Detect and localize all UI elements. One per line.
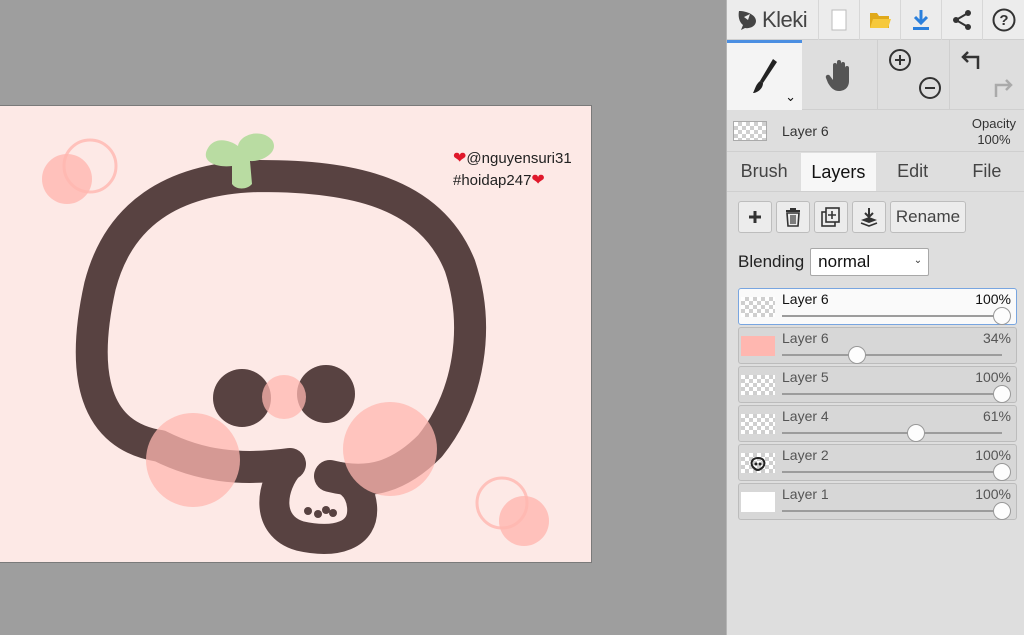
layer-name: Layer 6 xyxy=(782,330,829,346)
layer-item[interactable]: Layer 4 61% xyxy=(738,405,1017,442)
layer-thumbnail xyxy=(741,336,775,356)
share-button[interactable] xyxy=(942,0,984,40)
open-file-button[interactable] xyxy=(860,0,901,40)
share-icon xyxy=(953,9,971,30)
layer-name: Layer 4 xyxy=(782,408,829,424)
hand-tool-button[interactable] xyxy=(802,40,878,110)
heart-icon: ❤ xyxy=(531,172,545,189)
svg-text:?: ? xyxy=(999,12,1008,29)
redo-icon[interactable] xyxy=(988,76,1014,100)
hand-icon xyxy=(825,60,849,91)
tab-file[interactable]: File xyxy=(950,152,1024,191)
undo-icon[interactable] xyxy=(960,48,986,72)
watermark-line-2: #hoidap247❤ xyxy=(453,172,545,189)
zoom-controls xyxy=(878,40,950,110)
tab-brush[interactable]: Brush xyxy=(727,152,801,191)
top-toolbar: Kleki ? xyxy=(727,0,1024,40)
app-logo[interactable]: Kleki xyxy=(727,0,819,40)
chevron-down-icon: ⌄ xyxy=(913,255,923,266)
zoom-out-icon[interactable] xyxy=(918,76,942,100)
layer-opacity: 100% xyxy=(975,447,1011,463)
drawing-canvas[interactable]: ❤@nguyensuri31 #hoidap247❤ xyxy=(0,105,592,563)
heart-icon: ❤ xyxy=(453,150,467,167)
undo-redo-controls xyxy=(950,40,1024,110)
merge-down-icon xyxy=(860,208,878,227)
download-icon xyxy=(912,9,929,30)
layer-item[interactable]: Layer 2 100% xyxy=(738,444,1017,481)
opacity-slider[interactable] xyxy=(782,307,1011,325)
layer-thumbnail xyxy=(741,453,775,473)
slider-handle[interactable] xyxy=(993,307,1011,325)
merge-layer-button[interactable] xyxy=(852,201,886,233)
slider-handle[interactable] xyxy=(993,385,1011,403)
chevron-down-icon[interactable]: ⌄ xyxy=(785,89,796,105)
cheek-left xyxy=(146,413,240,507)
layer-item[interactable]: Layer 5 100% xyxy=(738,366,1017,403)
current-layer-name: Layer 6 xyxy=(782,122,829,139)
chin-shape xyxy=(259,449,378,554)
slider-handle[interactable] xyxy=(993,502,1011,520)
opacity-slider[interactable] xyxy=(782,385,1011,403)
cheek-right xyxy=(343,402,437,496)
layer-thumbnail xyxy=(741,414,775,434)
tool-row: ⌄ xyxy=(727,40,1024,110)
zoom-in-icon[interactable] xyxy=(888,48,912,72)
slider-handle[interactable] xyxy=(847,346,866,364)
current-layer-info: Layer 6 Opacity 100% xyxy=(727,110,1024,152)
layer-name: Layer 1 xyxy=(782,486,829,502)
help-button[interactable]: ? xyxy=(983,0,1024,40)
blush-dot-bottomright xyxy=(499,496,549,546)
duplicate-icon xyxy=(821,207,840,227)
trash-icon xyxy=(786,208,800,227)
help-icon: ? xyxy=(992,8,1015,31)
layer-item[interactable]: Layer 1 100% xyxy=(738,483,1017,520)
brush-icon xyxy=(752,58,777,93)
layer-actions: Rename xyxy=(727,192,1024,242)
add-layer-button[interactable] xyxy=(738,201,772,233)
opacity-slider[interactable] xyxy=(782,463,1011,481)
blending-label: Blending xyxy=(738,252,805,271)
watermark-line-1: ❤@nguyensuri31 xyxy=(453,150,572,167)
tab-edit[interactable]: Edit xyxy=(876,152,950,191)
current-layer-thumbnail xyxy=(733,120,767,141)
download-button[interactable] xyxy=(901,0,942,40)
app-name: Kleki xyxy=(762,6,808,32)
nose-blush xyxy=(262,375,306,419)
layer-opacity: 100% xyxy=(975,486,1011,502)
opacity-slider[interactable] xyxy=(782,502,1011,520)
layer-name: Layer 5 xyxy=(782,369,829,385)
blending-select[interactable]: normal ⌄ xyxy=(810,248,930,276)
layer-list: Layer 6 100% Layer 6 34% Layer 5 100% La… xyxy=(727,282,1024,520)
panel-tabs: Brush Layers Edit File xyxy=(727,152,1024,192)
new-image-button[interactable] xyxy=(819,0,860,40)
plus-icon xyxy=(749,211,761,223)
folder-icon xyxy=(869,12,891,28)
side-panel: Kleki ? ⌄ Layer 6 Opacity 100% Brush Lay… xyxy=(726,0,1024,635)
layer-thumbnail xyxy=(741,297,775,317)
rename-layer-button[interactable]: Rename xyxy=(890,201,966,233)
layer-opacity: 100% xyxy=(975,369,1011,385)
slider-handle[interactable] xyxy=(993,463,1011,481)
layer-thumbnail xyxy=(741,375,775,395)
tab-layers[interactable]: Layers xyxy=(801,153,876,191)
layer-name: Layer 2 xyxy=(782,447,829,463)
layer-opacity: 34% xyxy=(982,330,1011,346)
layer-name: Layer 6 xyxy=(782,291,829,307)
layer-thumbnail xyxy=(741,492,775,512)
delete-layer-button[interactable] xyxy=(776,201,810,233)
layer-opacity: 100% xyxy=(975,291,1011,307)
slider-handle[interactable] xyxy=(907,424,926,442)
current-layer-opacity[interactable]: Opacity 100% xyxy=(972,116,1016,148)
opacity-slider[interactable] xyxy=(782,346,1002,364)
layer-opacity: 61% xyxy=(982,408,1011,424)
new-page-icon xyxy=(831,9,847,30)
layer-item[interactable]: Layer 6 34% xyxy=(738,327,1017,364)
blending-row: Blending normal ⌄ xyxy=(727,242,1024,282)
brush-tool-button[interactable]: ⌄ xyxy=(727,40,802,110)
kleki-logo-icon xyxy=(738,10,756,30)
opacity-slider[interactable] xyxy=(782,424,1002,442)
layer-item[interactable]: Layer 6 100% xyxy=(738,288,1017,325)
duplicate-layer-button[interactable] xyxy=(814,201,848,233)
canvas-workspace[interactable]: ❤@nguyensuri31 #hoidap247❤ xyxy=(0,0,726,635)
